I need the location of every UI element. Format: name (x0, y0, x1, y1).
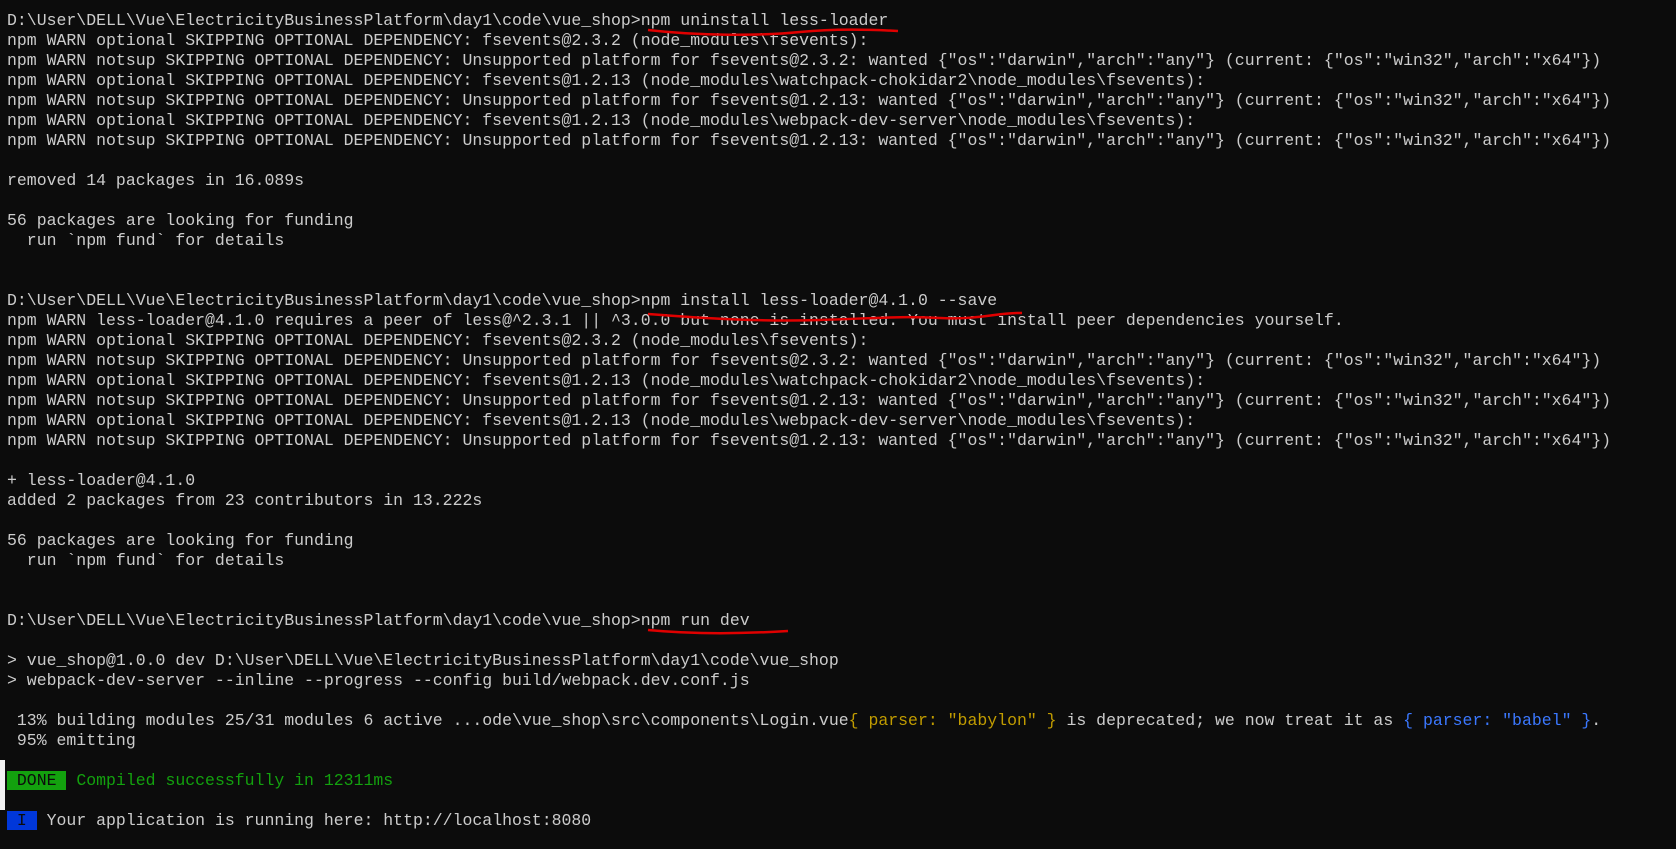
terminal-line: npm WARN optional SKIPPING OPTIONAL DEPE… (7, 331, 1611, 351)
terminal-line: npm WARN optional SKIPPING OPTIONAL DEPE… (7, 71, 1611, 91)
terminal-line: + less-loader@4.1.0 (7, 471, 1611, 491)
terminal-text: added 2 packages from 23 contributors in… (7, 491, 483, 510)
terminal-text: 13% building modules 25/31 modules 6 act… (7, 711, 849, 730)
terminal-text: > vue_shop@1.0.0 dev D:\User\DELL\Vue\El… (7, 651, 839, 670)
terminal-line: DONE Compiled successfully in 12311ms (7, 771, 1611, 791)
terminal-text: > webpack-dev-server --inline --progress… (7, 671, 750, 690)
terminal-line: removed 14 packages in 16.089s (7, 171, 1611, 191)
terminal-line: npm WARN less-loader@4.1.0 requires a pe… (7, 311, 1611, 331)
terminal-line: npm WARN optional SKIPPING OPTIONAL DEPE… (7, 111, 1611, 131)
terminal-line: npm WARN notsup SKIPPING OPTIONAL DEPEND… (7, 431, 1611, 451)
terminal-text: + less-loader@4.1.0 (7, 471, 196, 490)
terminal-line: D:\User\DELL\Vue\ElectricityBusinessPlat… (7, 611, 1611, 631)
terminal-text: npm WARN less-loader@4.1.0 requires a pe… (7, 311, 1344, 330)
terminal-line: npm WARN notsup SKIPPING OPTIONAL DEPEND… (7, 351, 1611, 371)
terminal-line: npm WARN notsup SKIPPING OPTIONAL DEPEND… (7, 131, 1611, 151)
terminal-line: npm WARN notsup SKIPPING OPTIONAL DEPEND… (7, 391, 1611, 411)
terminal-line: run `npm fund` for details (7, 551, 1611, 571)
terminal-text: npm WARN notsup SKIPPING OPTIONAL DEPEND… (7, 91, 1612, 110)
terminal-line: D:\User\DELL\Vue\ElectricityBusinessPlat… (7, 11, 1611, 31)
terminal-text: npm WARN notsup SKIPPING OPTIONAL DEPEND… (7, 51, 1602, 70)
terminal-line: 56 packages are looking for funding (7, 211, 1611, 231)
terminal-text: is deprecated; we now treat it as (1056, 711, 1404, 730)
terminal-text: 56 packages are looking for funding (7, 211, 354, 230)
terminal-line: run `npm fund` for details (7, 231, 1611, 251)
terminal-text: npm WARN optional SKIPPING OPTIONAL DEPE… (7, 31, 869, 50)
terminal-line: > webpack-dev-server --inline --progress… (7, 671, 1611, 691)
terminal-line: npm WARN optional SKIPPING OPTIONAL DEPE… (7, 31, 1611, 51)
done-badge: DONE (7, 771, 67, 790)
terminal-text: D:\User\DELL\Vue\ElectricityBusinessPlat… (7, 291, 998, 310)
terminal-text: npm WARN notsup SKIPPING OPTIONAL DEPEND… (7, 131, 1612, 150)
terminal-text: npm WARN optional SKIPPING OPTIONAL DEPE… (7, 371, 1206, 390)
info-badge: I (7, 811, 37, 830)
terminal-text: run `npm fund` for details (7, 231, 285, 250)
terminal-output[interactable]: D:\User\DELL\Vue\ElectricityBusinessPlat… (7, 11, 1611, 831)
terminal-text: D:\User\DELL\Vue\ElectricityBusinessPlat… (7, 611, 750, 630)
terminal-text: npm WARN notsup SKIPPING OPTIONAL DEPEND… (7, 391, 1612, 410)
terminal-line: 95% emitting (7, 731, 1611, 751)
terminal-text: { parser: "babylon" } (848, 711, 1057, 730)
terminal-text: npm WARN notsup SKIPPING OPTIONAL DEPEND… (7, 351, 1602, 370)
terminal-line: > vue_shop@1.0.0 dev D:\User\DELL\Vue\El… (7, 651, 1611, 671)
terminal-line: 13% building modules 25/31 modules 6 act… (7, 711, 1611, 731)
terminal-text: npm WARN optional SKIPPING OPTIONAL DEPE… (7, 411, 1196, 430)
terminal-text: npm WARN notsup SKIPPING OPTIONAL DEPEND… (7, 431, 1612, 450)
terminal-text: { parser: "babel" } (1403, 711, 1592, 730)
terminal-line: D:\User\DELL\Vue\ElectricityBusinessPlat… (7, 291, 1611, 311)
terminal-text: run `npm fund` for details (7, 551, 285, 570)
window-edge (0, 760, 5, 810)
terminal-line: added 2 packages from 23 contributors in… (7, 491, 1611, 511)
terminal-line: 56 packages are looking for funding (7, 531, 1611, 551)
terminal-line: npm WARN optional SKIPPING OPTIONAL DEPE… (7, 411, 1611, 431)
terminal-line: npm WARN optional SKIPPING OPTIONAL DEPE… (7, 371, 1611, 391)
terminal-text: D:\User\DELL\Vue\ElectricityBusinessPlat… (7, 11, 889, 30)
terminal-text: Compiled successfully in 12311ms (66, 771, 394, 790)
terminal-text: npm WARN optional SKIPPING OPTIONAL DEPE… (7, 111, 1196, 130)
terminal-line: npm WARN notsup SKIPPING OPTIONAL DEPEND… (7, 51, 1611, 71)
terminal-text: Your application is running here: http:/… (36, 811, 592, 830)
terminal-text: removed 14 packages in 16.089s (7, 171, 305, 190)
terminal-line: I Your application is running here: http… (7, 811, 1611, 831)
terminal-text: . (1591, 711, 1602, 730)
terminal-text: npm WARN optional SKIPPING OPTIONAL DEPE… (7, 71, 1206, 90)
terminal-text: npm WARN optional SKIPPING OPTIONAL DEPE… (7, 331, 869, 350)
terminal-text: 95% emitting (7, 731, 136, 750)
terminal-line: npm WARN notsup SKIPPING OPTIONAL DEPEND… (7, 91, 1611, 111)
terminal-text: 56 packages are looking for funding (7, 531, 354, 550)
